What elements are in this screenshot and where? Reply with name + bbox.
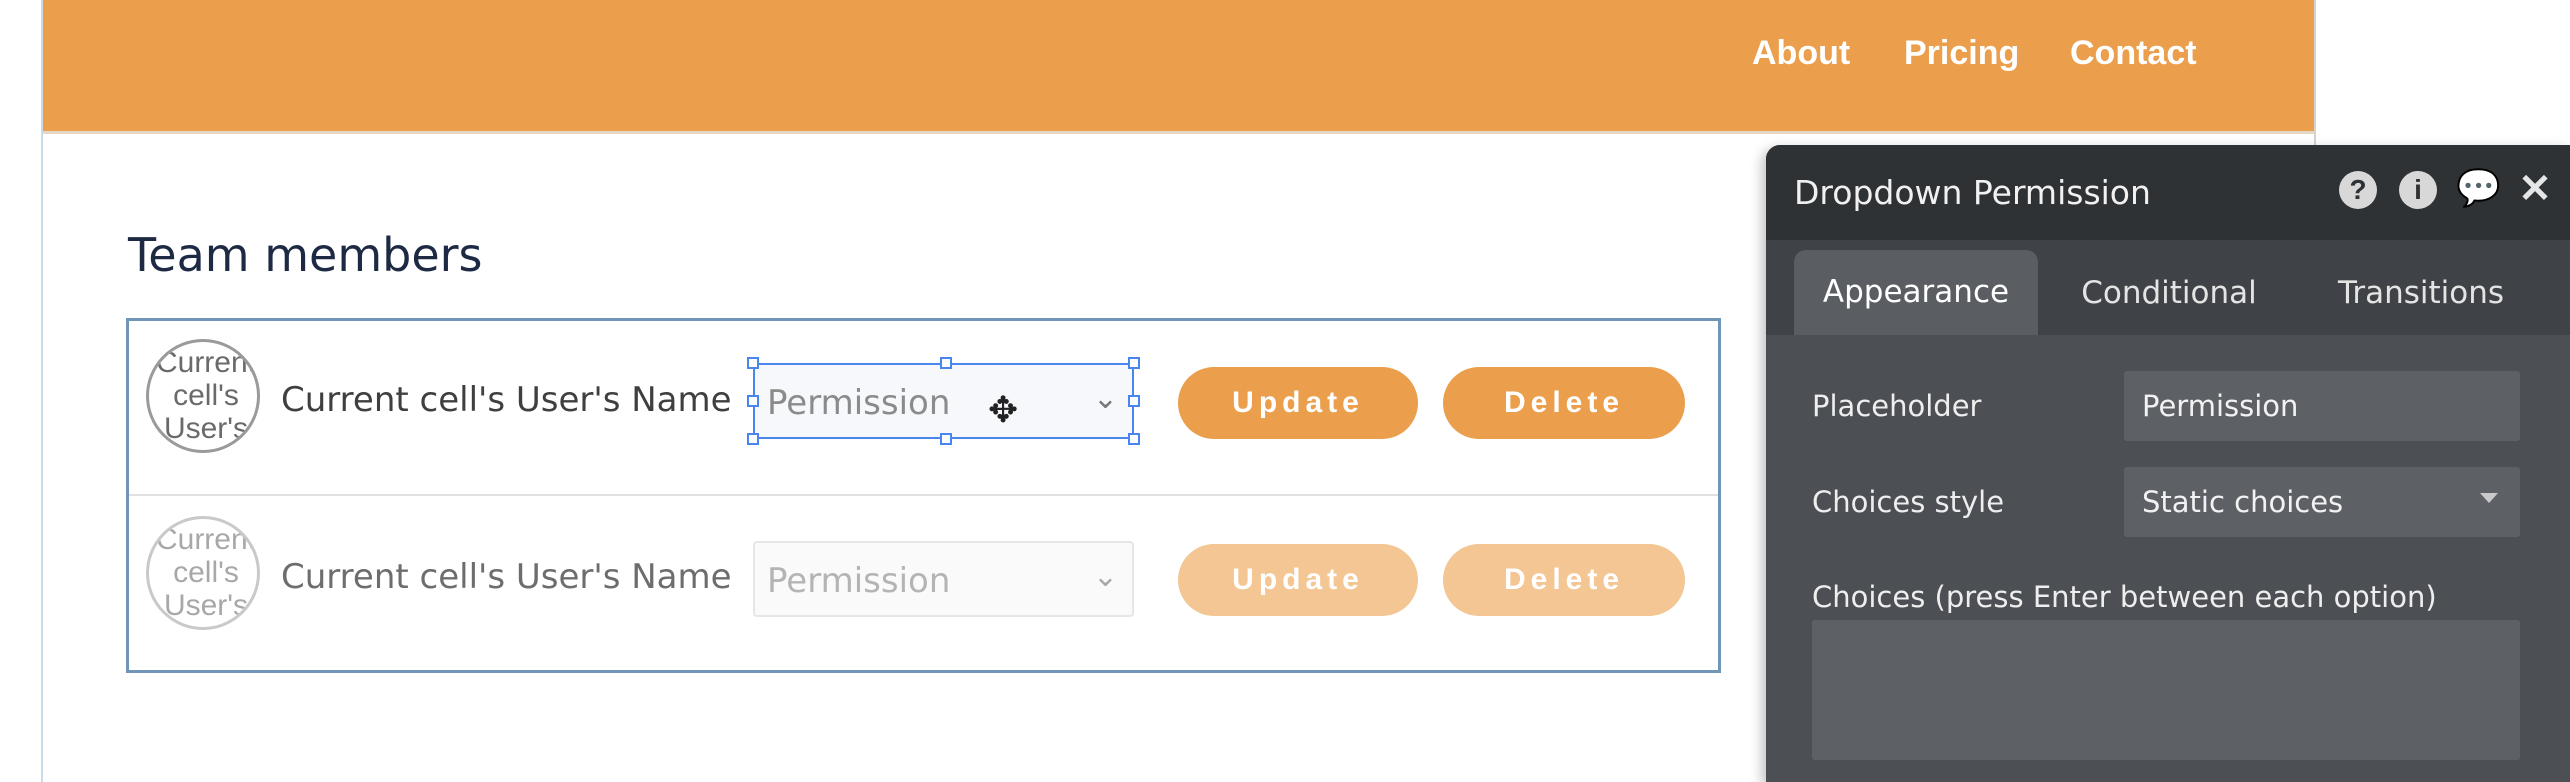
user-name-text[interactable]: Current cell's User's Name (281, 380, 732, 420)
chevron-down-icon: ⌄ (1092, 381, 1118, 416)
permission-dropdown[interactable]: Permission ⌄ (753, 541, 1134, 617)
dropdown-placeholder: Permission (767, 561, 951, 601)
editor-tabs: Appearance Conditional Transitions (1766, 240, 2570, 335)
resize-handle[interactable] (747, 433, 759, 445)
update-button[interactable]: Update (1178, 544, 1418, 616)
choices-style-select[interactable]: Static choices (2124, 467, 2520, 537)
delete-button[interactable]: Delete (1443, 367, 1685, 439)
choices-label: Choices (press Enter between each option… (1812, 580, 2437, 614)
resize-handle[interactable] (940, 433, 952, 445)
app-canvas: About Pricing Contact Team members Curre… (0, 0, 2570, 782)
move-cursor-icon: ✥ (988, 390, 1019, 431)
placeholder-label: Placeholder (1812, 389, 1982, 423)
resize-handle[interactable] (940, 357, 952, 369)
placeholder-input[interactable]: Permission (2124, 371, 2520, 441)
resize-handle[interactable] (1128, 357, 1140, 369)
dropdown-caret-icon (2480, 493, 2498, 503)
page-title[interactable]: Team members (128, 228, 483, 282)
nav-about-link[interactable]: About (1752, 34, 1850, 73)
choices-textarea[interactable] (1812, 620, 2520, 760)
tab-appearance[interactable]: Appearance (1794, 250, 2038, 335)
user-name-text[interactable]: Current cell's User's Name (281, 557, 732, 597)
permission-dropdown[interactable]: Permission ⌄ (753, 363, 1134, 439)
tab-transitions[interactable]: Transitions (2306, 240, 2536, 335)
chevron-down-icon: ⌄ (1092, 559, 1118, 594)
close-icon[interactable]: ✕ (2516, 169, 2554, 209)
resize-handle[interactable] (1128, 433, 1140, 445)
user-avatar[interactable]: Current cell's User's (146, 516, 260, 630)
editor-header[interactable]: Dropdown Permission ? i 💬 ✕ (1766, 145, 2570, 240)
site-header: About Pricing Contact (43, 0, 2314, 134)
resize-handle[interactable] (747, 395, 759, 407)
info-icon[interactable]: i (2399, 171, 2437, 209)
update-button[interactable]: Update (1178, 367, 1418, 439)
resize-handle[interactable] (747, 357, 759, 369)
choices-style-label: Choices style (1812, 485, 2005, 519)
resize-handle[interactable] (1128, 395, 1140, 407)
help-icon[interactable]: ? (2339, 171, 2377, 209)
editor-title: Dropdown Permission (1794, 173, 2151, 212)
delete-button[interactable]: Delete (1443, 544, 1685, 616)
user-avatar[interactable]: Current cell's User's (146, 339, 260, 453)
nav-pricing-link[interactable]: Pricing (1904, 34, 2019, 73)
comment-icon[interactable]: 💬 (2456, 170, 2501, 209)
tab-conditional[interactable]: Conditional (2064, 240, 2274, 335)
property-editor-panel[interactable]: Dropdown Permission ? i 💬 ✕ Appearance C… (1766, 145, 2570, 782)
row-divider (129, 494, 1718, 496)
dropdown-placeholder: Permission (767, 383, 951, 423)
nav-contact-link[interactable]: Contact (2070, 34, 2197, 73)
